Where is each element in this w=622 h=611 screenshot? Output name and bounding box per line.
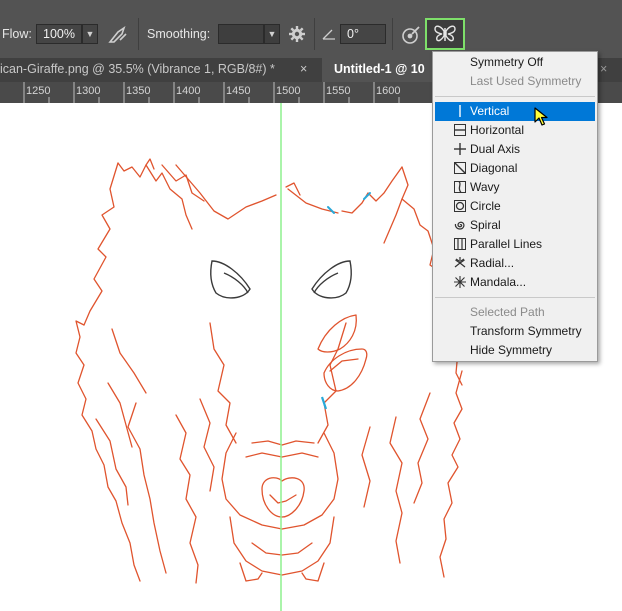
circle-icon: [454, 200, 466, 212]
menu-item-label: Vertical: [470, 104, 510, 118]
menu-item-label: Spiral: [470, 218, 501, 232]
ruler-label: 1250: [26, 85, 51, 97]
symmetry-menu: Symmetry Off Last Used Symmetry Vertical…: [432, 51, 598, 362]
menu-item-diagonal[interactable]: Diagonal: [435, 159, 595, 178]
ruler-label: 1500: [276, 85, 301, 97]
tab-giraffe-document[interactable]: ican-Giraffe.png @ 35.5% (Vibrance 1, RG…: [0, 58, 322, 82]
menu-item-vertical[interactable]: Vertical: [435, 102, 595, 121]
tab-close-icon[interactable]: ×: [600, 58, 607, 82]
menu-item-radial[interactable]: Radial...: [435, 254, 595, 273]
menu-item-label: Selected Path: [470, 305, 545, 319]
parallel-lines-icon: [454, 238, 466, 250]
menu-item-circle[interactable]: Circle: [435, 197, 595, 216]
flow-label: Flow:: [2, 27, 32, 41]
angle-icon: [322, 29, 335, 40]
mouse-cursor-icon: [534, 107, 548, 126]
menu-item-selected-path: Selected Path: [435, 303, 595, 322]
menu-item-horizontal[interactable]: Horizontal: [435, 121, 595, 140]
smoothing-label: Smoothing:: [147, 27, 211, 41]
butterfly-icon: [434, 25, 456, 42]
flow-dropdown-button[interactable]: ▼: [82, 24, 98, 44]
smoothing-dropdown-button[interactable]: ▼: [264, 24, 280, 44]
ruler-label: 1300: [76, 85, 101, 97]
diagonal-icon: [454, 162, 466, 174]
menu-item-dual-axis[interactable]: Dual Axis: [435, 140, 595, 159]
radial-icon: [454, 257, 466, 268]
menu-item-last-used-symmetry: Last Used Symmetry: [435, 72, 595, 91]
spiral-icon: [454, 221, 465, 230]
ruler-label: 1400: [176, 85, 201, 97]
menu-separator: [435, 297, 595, 298]
tab-label: ican-Giraffe.png @ 35.5% (Vibrance 1, RG…: [0, 62, 275, 76]
separator: [314, 18, 315, 50]
ruler-label: 1350: [126, 85, 151, 97]
menu-item-label: Diagonal: [470, 161, 518, 175]
menu-item-label: Last Used Symmetry: [470, 74, 582, 88]
airbrush-icon[interactable]: [106, 24, 130, 46]
menu-item-wavy[interactable]: Wavy: [435, 178, 595, 197]
gear-icon[interactable]: [288, 25, 306, 43]
menu-item-label: Radial...: [470, 256, 515, 270]
ruler-label: 1600: [376, 85, 401, 97]
menu-item-label: Dual Axis: [470, 142, 521, 156]
menu-separator: [435, 96, 595, 97]
flow-input[interactable]: 100%: [36, 24, 82, 44]
wavy-icon: [454, 181, 466, 193]
mandala-icon: [454, 276, 466, 288]
vertical-icon: [459, 105, 461, 117]
tab-close-icon[interactable]: ×: [300, 58, 307, 80]
brush-angle-input[interactable]: 0°: [340, 24, 386, 44]
dual-axis-icon: [454, 143, 466, 155]
menu-item-label: Symmetry Off: [470, 55, 544, 69]
menu-item-label: Transform Symmetry: [470, 324, 582, 338]
menu-item-hide-symmetry[interactable]: Hide Symmetry: [435, 341, 595, 360]
menu-item-parallel-lines[interactable]: Parallel Lines: [435, 235, 595, 254]
menu-item-label: Wavy: [470, 180, 500, 194]
options-bar: Flow: 100% ▼ Smoothing: ▼ 0°: [0, 0, 622, 58]
ruler-label: 1450: [226, 85, 251, 97]
symmetry-button[interactable]: [425, 18, 465, 50]
menu-item-label: Parallel Lines: [470, 237, 543, 251]
smoothing-input[interactable]: [218, 24, 264, 44]
menu-item-label: Horizontal: [470, 123, 525, 137]
separator: [392, 18, 393, 50]
ruler-label: 1550: [326, 85, 351, 97]
menu-item-mandala[interactable]: Mandala...: [435, 273, 595, 292]
menu-item-spiral[interactable]: Spiral: [435, 216, 595, 235]
menu-item-label: Hide Symmetry: [470, 343, 553, 357]
tab-label: Untitled-1 @ 10: [334, 62, 425, 76]
pressure-icon[interactable]: [400, 24, 422, 46]
menu-item-symmetry-off[interactable]: Symmetry Off: [435, 53, 595, 72]
separator: [138, 18, 139, 50]
menu-item-transform-symmetry[interactable]: Transform Symmetry: [435, 322, 595, 341]
menu-item-label: Mandala...: [470, 275, 527, 289]
horizontal-icon: [454, 124, 466, 136]
menu-item-label: Circle: [470, 199, 501, 213]
